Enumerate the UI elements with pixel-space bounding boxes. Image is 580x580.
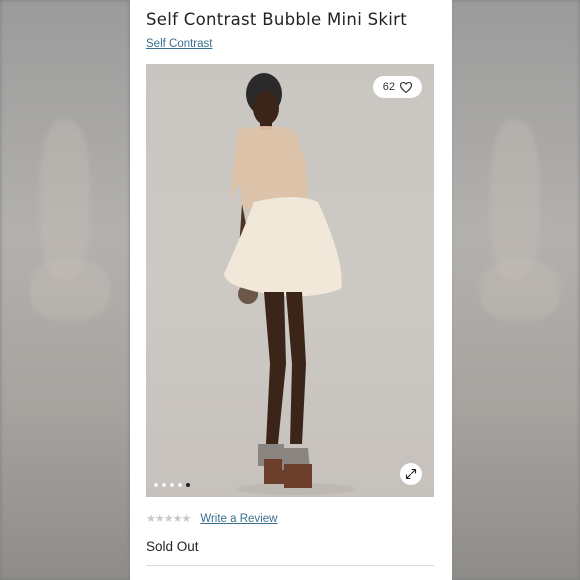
brand-link[interactable]: Self Contrast: [146, 38, 212, 50]
divider: [146, 565, 434, 566]
carousel-dot[interactable]: [154, 483, 158, 487]
carousel-dots: [154, 483, 190, 487]
blurred-background-left: [0, 0, 130, 580]
model-illustration: [224, 73, 356, 495]
like-count: 62: [382, 81, 395, 93]
write-review-link[interactable]: Write a Review: [200, 513, 277, 525]
carousel-dot[interactable]: [162, 483, 166, 487]
product-title: Self Contrast Bubble Mini Skirt: [146, 10, 407, 29]
carousel-dot[interactable]: [170, 483, 174, 487]
product-panel: Self Contrast Bubble Mini Skirt Self Con…: [130, 0, 452, 580]
rating-row: ★★★★★ Write a Review: [146, 512, 277, 526]
expand-button[interactable]: [400, 463, 422, 485]
carousel-dot[interactable]: [178, 483, 182, 487]
blurred-background-right: [450, 0, 580, 580]
heart-icon: [400, 81, 412, 93]
product-image[interactable]: 62: [146, 64, 434, 497]
star-rating: ★★★★★: [146, 513, 191, 525]
availability-status: Sold Out: [146, 539, 199, 554]
like-button[interactable]: 62: [372, 76, 422, 98]
carousel-dot-active[interactable]: [186, 483, 190, 487]
expand-icon: [405, 468, 417, 480]
